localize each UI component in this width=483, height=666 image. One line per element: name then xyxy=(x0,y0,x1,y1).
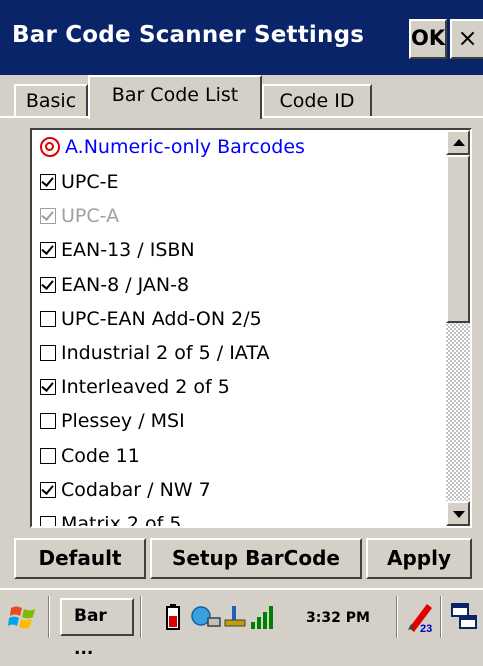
list-item-label: EAN-13 / ISBN xyxy=(61,239,195,262)
list-item[interactable]: Matrix 2 of 5 xyxy=(40,507,440,528)
tab-strip: Basic Bar Code List Code ID xyxy=(0,75,483,119)
checkbox[interactable] xyxy=(40,276,56,293)
tab-basic[interactable]: Basic xyxy=(14,84,88,117)
checkbox[interactable] xyxy=(40,413,56,430)
tab-panel: A.Numeric-only Barcodes UPC-E UPC-A EAN-13… xyxy=(14,117,472,532)
checkbox[interactable] xyxy=(40,242,56,259)
list-item-label: Code 11 xyxy=(61,444,140,467)
apply-button[interactable]: Apply xyxy=(366,538,472,579)
taskbar-separator xyxy=(440,596,442,638)
taskbar-separator xyxy=(48,596,50,638)
list-item[interactable]: UPC-EAN Add-ON 2/5 xyxy=(40,302,440,336)
arrow-down-icon xyxy=(453,511,465,518)
list-item[interactable]: Interleaved 2 of 5 xyxy=(40,370,440,404)
checkbox[interactable] xyxy=(40,345,56,361)
list-item[interactable]: EAN-13 / ISBN xyxy=(40,233,440,267)
list-item-label: Codabar / NW 7 xyxy=(61,478,211,501)
group-header-label: A.Numeric-only Barcodes xyxy=(65,136,305,158)
taskbar: Bar ... 3:32 PM 23 xyxy=(0,588,483,659)
checkbox[interactable] xyxy=(40,447,56,464)
svg-text:23: 23 xyxy=(420,623,432,634)
scroll-down-button[interactable] xyxy=(446,501,470,526)
windows-start-icon[interactable] xyxy=(8,602,38,632)
usb-icon[interactable] xyxy=(222,604,248,630)
task-button-bar[interactable]: Bar ... xyxy=(60,598,134,659)
setup-barcode-button[interactable]: Setup BarCode xyxy=(150,538,362,579)
network-icon[interactable] xyxy=(190,604,222,630)
checkbox[interactable] xyxy=(40,208,56,225)
input-panel-icon[interactable]: 23 xyxy=(405,600,435,634)
list-item[interactable]: Industrial 2 of 5 / IATA xyxy=(40,336,440,370)
barcode-list[interactable]: A.Numeric-only Barcodes UPC-E UPC-A EAN-13… xyxy=(30,128,472,528)
close-button[interactable]: × xyxy=(450,19,483,59)
ok-button[interactable]: OK xyxy=(409,19,447,59)
window-title: Bar Code Scanner Settings xyxy=(12,22,365,48)
signal-strength-icon[interactable] xyxy=(250,604,276,630)
group-header[interactable]: A.Numeric-only Barcodes xyxy=(40,130,440,164)
list-item-label: Industrial 2 of 5 / IATA xyxy=(61,342,270,364)
checkbox[interactable] xyxy=(40,310,56,327)
list-item[interactable]: Code 11 xyxy=(40,439,440,473)
checkbox[interactable] xyxy=(40,516,56,526)
list-item-label: Matrix 2 of 5 xyxy=(61,513,182,528)
taskbar-separator xyxy=(396,596,398,638)
clock[interactable]: 3:32 PM xyxy=(306,610,370,626)
title-bar: Bar Code Scanner Settings OK × xyxy=(0,0,483,75)
desktop-icon[interactable] xyxy=(450,602,478,632)
list-item-label: EAN-8 / JAN-8 xyxy=(61,273,190,296)
arrow-up-icon xyxy=(453,139,465,146)
list-item[interactable]: EAN-8 / JAN-8 xyxy=(40,268,440,302)
scroll-thumb[interactable] xyxy=(446,155,470,323)
vertical-scrollbar[interactable] xyxy=(446,130,470,526)
group-target-icon xyxy=(40,137,60,157)
list-item[interactable]: UPC-A xyxy=(40,199,440,233)
tab-code-id[interactable]: Code ID xyxy=(262,84,372,117)
taskbar-separator xyxy=(140,596,142,638)
list-item[interactable]: Codabar / NW 7 xyxy=(40,473,440,507)
list-item-label: Interleaved 2 of 5 xyxy=(61,376,230,399)
scroll-up-button[interactable] xyxy=(446,130,470,155)
list-item-label: UPC-EAN Add-ON 2/5 xyxy=(61,307,262,330)
tab-bar-code-list[interactable]: Bar Code List xyxy=(88,75,262,119)
checkbox[interactable] xyxy=(40,174,56,190)
list-item-label: UPC-A xyxy=(61,205,120,228)
list-item-label: UPC-E xyxy=(61,171,119,193)
list-item[interactable]: UPC-E xyxy=(40,165,440,199)
list-item[interactable]: Plessey / MSI xyxy=(40,404,440,438)
checkbox[interactable] xyxy=(40,481,56,498)
battery-icon[interactable] xyxy=(166,604,180,630)
list-item-label: Plessey / MSI xyxy=(61,410,185,433)
checkbox[interactable] xyxy=(40,379,56,396)
default-button[interactable]: Default xyxy=(14,538,146,579)
